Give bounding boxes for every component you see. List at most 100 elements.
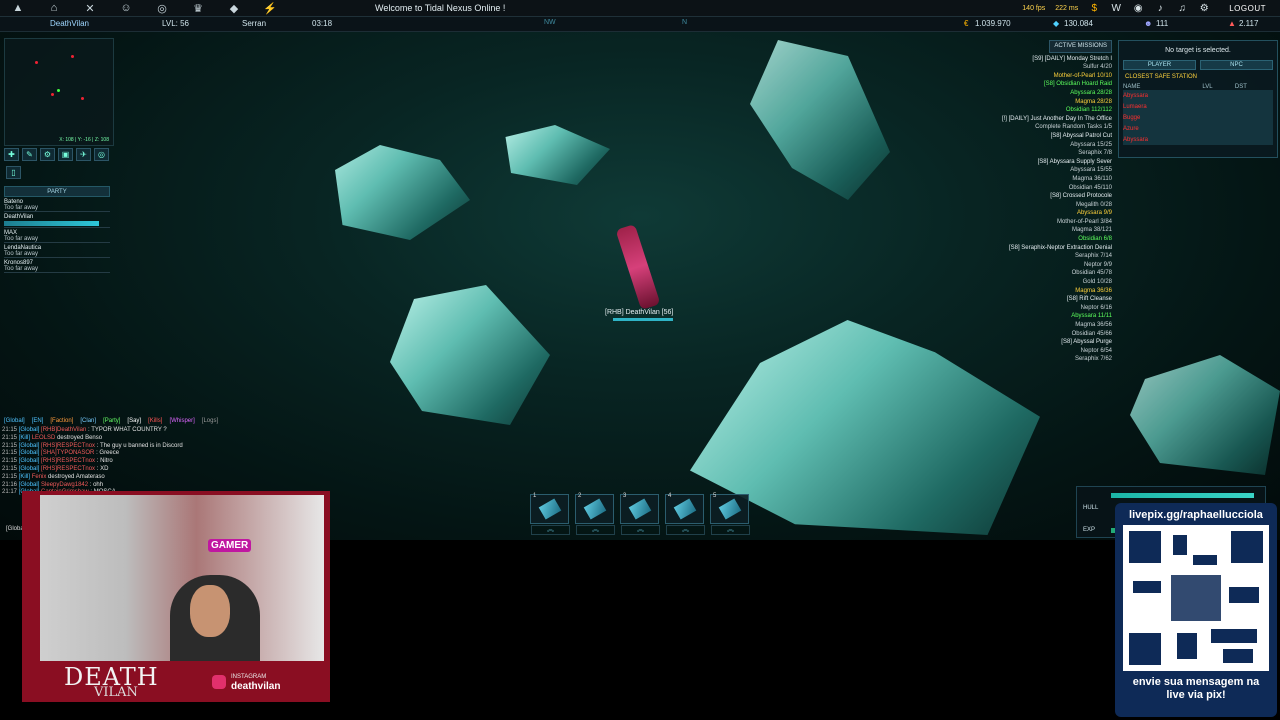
chat-line-sender[interactable]: [RHS]RESPECTnox	[41, 466, 95, 472]
music-icon[interactable]: ♫	[1171, 0, 1193, 17]
upgrade-chevron-icon[interactable]: ︽	[621, 525, 660, 535]
chat-tab-say[interactable]: [Say]	[125, 418, 143, 424]
missions-header[interactable]: ACTIVE MISSIONS	[1049, 40, 1112, 53]
mission-title[interactable]: [S8] Abyssal Patrol Cut	[932, 132, 1112, 141]
webcam-overlay: GAMER DEATH VILAN INSTAGRAM deathvilan	[22, 491, 330, 702]
player-marker	[57, 89, 60, 92]
hotbar-slot-3[interactable]: 3 ︽	[620, 493, 660, 535]
npc-filter-button[interactable]: NPC	[1200, 60, 1273, 70]
discord-icon[interactable]: ◉	[1127, 0, 1149, 17]
settings-icon[interactable]: ⚙	[1193, 0, 1215, 17]
mission-title[interactable]: [S8] Abyssal Purge	[932, 338, 1112, 347]
chat-line-sender[interactable]: [SHA]TYPONASOR	[41, 450, 94, 456]
row-name: Azure	[1123, 125, 1139, 132]
sound-icon[interactable]: ♪	[1149, 0, 1171, 17]
shield-badge-icon[interactable]: ◆	[216, 0, 252, 17]
party-member[interactable]: MAX Too far away	[4, 230, 110, 243]
chat-line-channel: [Kill]	[18, 434, 31, 441]
chat-line-sender[interactable]: Fenix	[32, 474, 47, 480]
slot-number: 5	[713, 493, 717, 499]
drone-icon[interactable]: ✈	[76, 148, 91, 161]
mission-title[interactable]: [S8] Seraphix-Neptor Extraction Denial	[932, 244, 1112, 253]
chat-line-sender[interactable]: SleepyDawg1842	[41, 482, 88, 488]
party-member-status: Too far away	[4, 205, 39, 211]
map-target-icon[interactable]: ◎	[144, 0, 180, 17]
document-icon[interactable]: ▯	[6, 166, 21, 179]
party-member[interactable]: DeathVilan	[4, 214, 110, 228]
chat-tab-logs[interactable]: [Logs]	[200, 418, 220, 424]
party-member[interactable]: Bateno Too far away	[4, 199, 110, 212]
ping-counter: 222 ms	[1055, 5, 1079, 12]
no-target-text: No target is selected.	[1165, 47, 1231, 54]
dollar-icon[interactable]: $	[1083, 0, 1105, 17]
chat-line-sender[interactable]: [RHB]DeathVilan	[41, 427, 86, 433]
quick-actions: ✚ ✎ ⚙ ▣ ✈ ◎	[4, 148, 109, 161]
table-row[interactable]: Bugge	[1123, 112, 1273, 123]
mission-objective: Neptor 9/9	[1083, 261, 1112, 268]
chat-line-sender[interactable]: [RHS]RESPECTnox	[41, 458, 95, 464]
mission-objective: Seraphix 7/8	[1078, 150, 1112, 157]
chat-tab-party[interactable]: [Party]	[101, 418, 122, 424]
player-filter-button[interactable]: PLAYER	[1123, 60, 1196, 70]
party-member[interactable]: Kronos897 Too far away	[4, 260, 110, 273]
gear-icon[interactable]: ⚙	[40, 148, 55, 161]
compass-n: N	[682, 19, 688, 26]
chat-line-time: 21:15	[2, 473, 18, 480]
ship-icon[interactable]: ▲	[0, 0, 36, 17]
chat-line-text: : TYPOR WHAT COUNTRY ?	[87, 427, 167, 433]
row-name: Abyssara	[1123, 136, 1149, 143]
repair-icon[interactable]: ✚	[4, 148, 19, 161]
chat-line-channel: [Kill]	[18, 473, 31, 480]
mine-icon	[673, 498, 697, 520]
chat-line-sender[interactable]: [RHS]RESPECTnox	[41, 443, 95, 449]
members-value: 111	[1156, 19, 1169, 28]
party-member[interactable]: LendaNautica Too far away	[4, 245, 110, 258]
hotbar-slot-5[interactable]: 5 ︽	[710, 493, 750, 535]
upgrade-chevron-icon[interactable]: ︽	[711, 525, 750, 535]
chat-line-sender[interactable]: LEOLSD	[32, 435, 56, 441]
closest-safe-station[interactable]: CLOSEST SAFE STATION	[1125, 74, 1271, 80]
lightning-bolt-icon[interactable]: ⚡	[252, 0, 288, 17]
minimap[interactable]: X: 108 | Y: -16 | Z: 108	[4, 38, 114, 146]
hotbar-slot-4[interactable]: 4 ︽	[665, 493, 705, 535]
target-panel: No target is selected. PLAYER NPC CLOSES…	[1118, 40, 1278, 158]
tools-icon[interactable]: ✎	[22, 148, 37, 161]
crossed-tools-icon[interactable]: ✕	[72, 0, 108, 17]
minimap-coords: X: 108 | Y: -16 | Z: 108	[59, 137, 109, 143]
instagram-icon	[212, 675, 226, 689]
mission-title[interactable]: [S8] Rift Cleanse	[932, 295, 1112, 304]
table-row[interactable]: Azure	[1123, 123, 1273, 134]
table-row[interactable]: Lumaera	[1123, 101, 1273, 112]
mission-title[interactable]: [S8] Crossed Protocole	[932, 192, 1112, 201]
mission-title[interactable]: [S9] [DAILY] Monday Stretch I	[932, 55, 1112, 64]
upgrade-chevron-icon[interactable]: ︽	[531, 525, 570, 535]
mission-title[interactable]: [S8] Obsidian Hoard Raid	[932, 80, 1112, 89]
hotbar-slot-1[interactable]: 1 ︽	[530, 493, 570, 535]
mission-title[interactable]: [!] [DAILY] Just Another Day In The Offi…	[932, 115, 1112, 124]
upgrade-chevron-icon[interactable]: ︽	[576, 525, 615, 535]
chat-tab-kills[interactable]: [Kills]	[146, 418, 164, 424]
chat-tab-whisper[interactable]: [Whisper]	[167, 418, 196, 424]
chat-tab-en[interactable]: [EN]	[30, 418, 46, 424]
chat-tab-global[interactable]: [Global]	[2, 418, 27, 424]
party-member-status: Too far away	[4, 266, 39, 272]
party-panel: PARTY Bateno Too far away DeathVilan MAX…	[4, 186, 110, 273]
mission-title[interactable]: [S8] Abyssara Supply Sever	[932, 158, 1112, 167]
compass-icon[interactable]: ◎	[94, 148, 109, 161]
logout-button[interactable]: LOGOUT	[1215, 4, 1280, 13]
group-icon[interactable]: ☺	[108, 0, 144, 17]
mission-objective: Seraphix 7/62	[1074, 356, 1112, 363]
table-row[interactable]: Abyssara	[1123, 90, 1273, 101]
station-icon[interactable]: ⌂	[36, 0, 72, 17]
table-row[interactable]: Abyssara	[1123, 134, 1273, 145]
chat-tab-clan[interactable]: [Clan]	[78, 418, 98, 424]
mission-objective: Magma 28/28	[1075, 98, 1112, 105]
hotbar-slot-2[interactable]: 2 ︽	[575, 493, 615, 535]
player-health-bar	[613, 318, 673, 321]
mission-objective: Megalith 0/28	[1075, 201, 1112, 208]
trophy-icon[interactable]: ♛	[180, 0, 216, 17]
wiki-icon[interactable]: W	[1105, 0, 1127, 17]
cargo-icon[interactable]: ▣	[58, 148, 73, 161]
chat-tab-faction[interactable]: [Faction]	[48, 418, 75, 424]
upgrade-chevron-icon[interactable]: ︽	[666, 525, 705, 535]
